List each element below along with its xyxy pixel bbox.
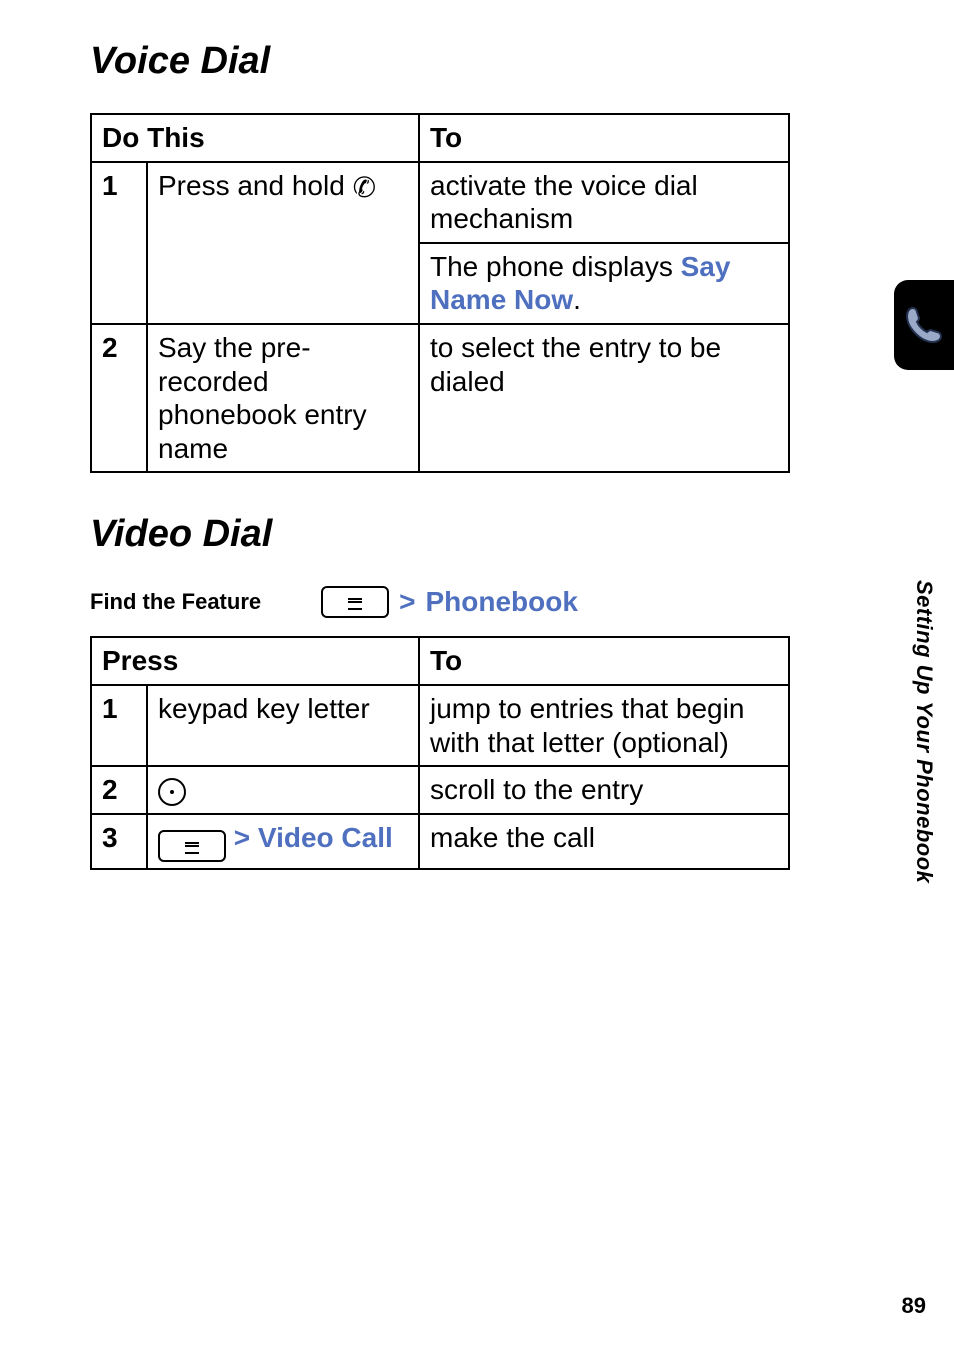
table-header-row: Press To [91,637,789,685]
row-number: 2 [91,324,147,472]
row-result: to select the entry to be dialed [419,324,789,472]
row-number: 2 [91,766,147,814]
row-action: Press and hold ✆ [147,162,419,243]
menu-key-lines-icon [348,601,362,603]
find-the-feature-line: Find the Feature > Phonebook [90,586,864,618]
phone-icon [901,302,947,348]
header-press: Press [91,637,419,685]
row-number: 1 [91,162,147,243]
row-result: jump to entries that begin with that let… [419,685,789,766]
header-to: To [419,114,789,162]
section-title-video-dial: Video Dial [90,513,864,556]
side-vertical-label: Setting Up Your Phonebook [911,580,937,883]
row-number: 3 [91,814,147,869]
header-do-this: Do This [91,114,419,162]
find-the-feature-value: > Phonebook [321,586,578,618]
row-action: > Video Call [147,814,419,869]
row-number-blank [91,243,147,324]
section-title-voice-dial: Voice Dial [90,40,864,83]
row-result: activate the voice dial mechanism [419,162,789,243]
table-row: 3 > Video Call make the call [91,814,789,869]
dpad-icon [158,778,186,806]
table-row: 2 scroll to the entry [91,766,789,814]
header-to: To [419,637,789,685]
table-row: 1 keypad key letter jump to entries that… [91,685,789,766]
action-text: Press and hold [158,170,345,201]
row-number: 1 [91,685,147,766]
page: Voice Dial Do This To 1 Press and hold ✆… [0,0,954,1345]
menu-key-icon [321,586,389,618]
find-the-feature-label: Find the Feature [90,589,261,615]
voice-dial-table: Do This To 1 Press and hold ✆ activate t… [90,113,790,473]
table-row: 2 Say the pre-recorded phonebook entry n… [91,324,789,472]
row-action-blank [147,243,419,324]
row-result: The phone displays Say Name Now. [419,243,789,324]
menu-key-icon [158,830,226,862]
table-header-row: Do This To [91,114,789,162]
row-result: scroll to the entry [419,766,789,814]
feature-target: Phonebook [425,586,577,618]
page-number: 89 [902,1293,926,1319]
row-action [147,766,419,814]
side-band: Setting Up Your Phonebook [894,280,954,1100]
result-post: . [573,284,581,315]
table-row: 1 Press and hold ✆ activate the voice di… [91,162,789,243]
table-row: The phone displays Say Name Now. [91,243,789,324]
menu-key-lines-icon [185,845,199,847]
handset-icon: ✆ [353,174,376,202]
row-result: make the call [419,814,789,869]
video-dial-table: Press To 1 keypad key letter jump to ent… [90,636,790,869]
phone-badge [894,280,954,370]
ui-label: Video Call [258,822,393,853]
chevron: > [399,586,415,618]
row-action: Say the pre-recorded phonebook entry nam… [147,324,419,472]
row-action: keypad key letter [147,685,419,766]
result-pre: The phone displays [430,251,681,282]
chevron: > [234,822,250,853]
